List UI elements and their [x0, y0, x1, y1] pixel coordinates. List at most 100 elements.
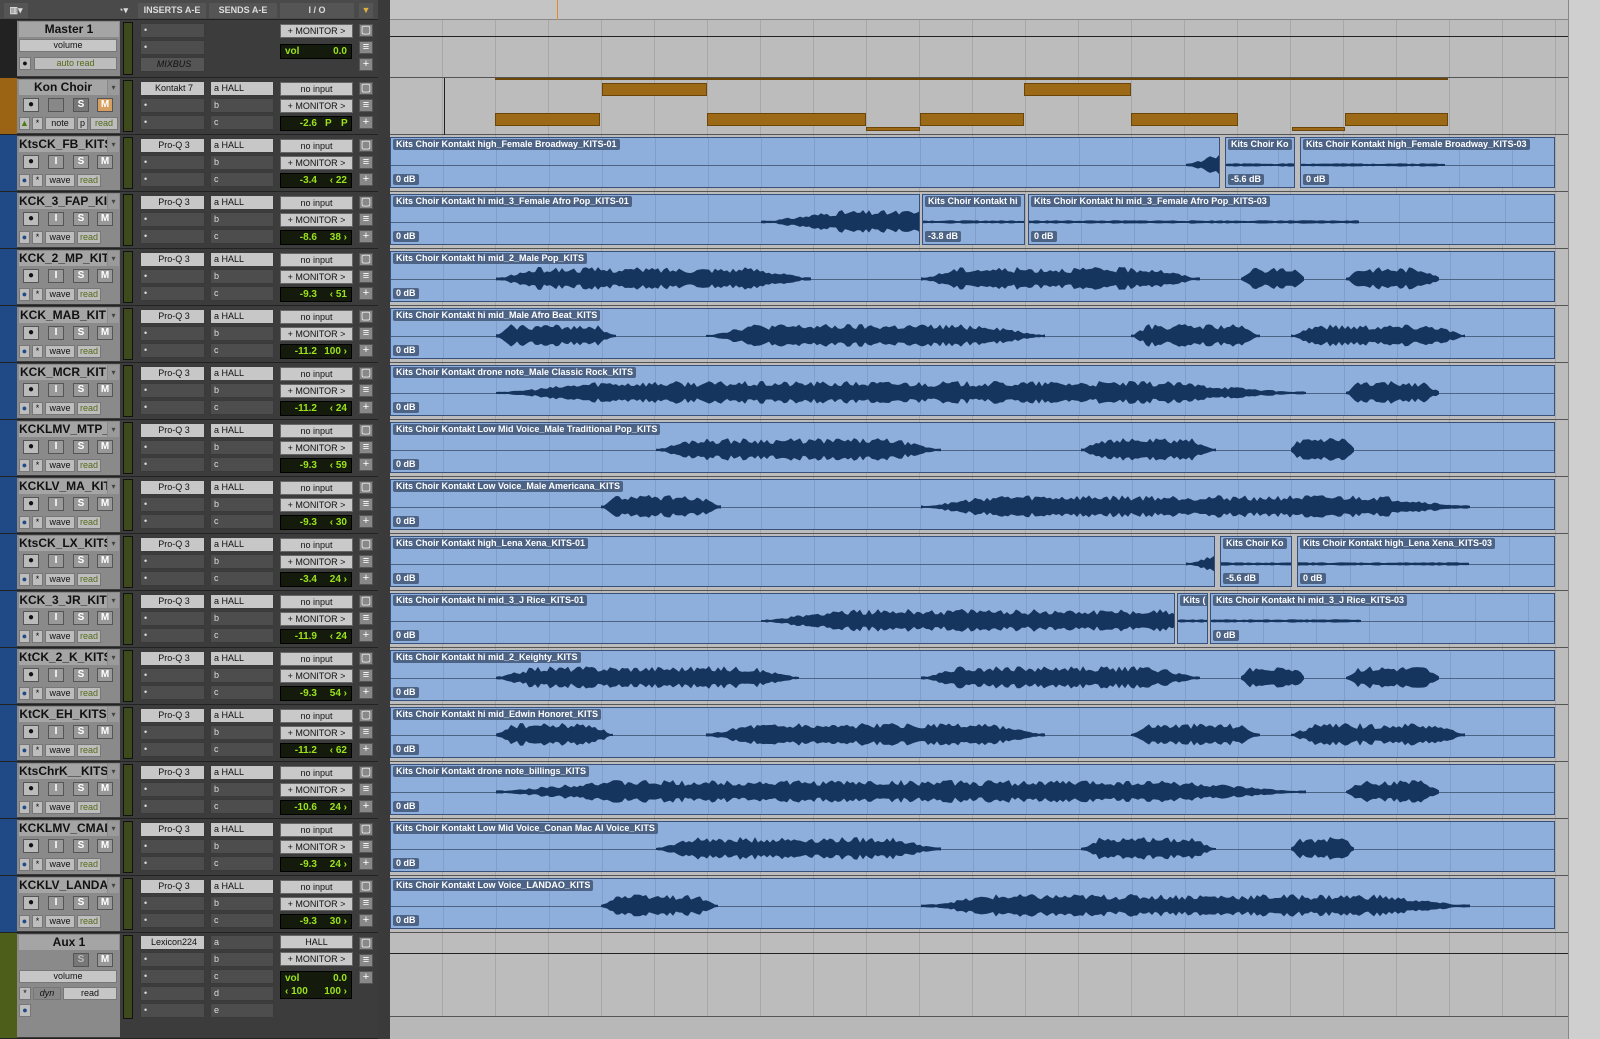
- clip-gain[interactable]: 0 dB: [393, 744, 419, 755]
- send-slot[interactable]: b: [210, 952, 274, 967]
- star-icon[interactable]: *: [32, 516, 43, 529]
- midi-note[interactable]: [602, 83, 707, 96]
- automation-mode[interactable]: read: [77, 288, 101, 301]
- volume-value[interactable]: -11.9: [285, 630, 317, 643]
- output-selector[interactable]: + MONITOR >: [280, 669, 353, 683]
- send-b[interactable]: b: [210, 497, 274, 512]
- solo-button[interactable]: S: [73, 554, 89, 568]
- pan-value[interactable]: ‹ 59: [317, 459, 347, 472]
- track-view-icon[interactable]: ▢: [359, 538, 373, 551]
- insert-slot[interactable]: •: [140, 839, 205, 854]
- p-button[interactable]: p: [77, 117, 88, 130]
- insert-slot[interactable]: •: [140, 343, 205, 358]
- automation-icon[interactable]: ●: [19, 1004, 31, 1017]
- input-monitor-button[interactable]: I: [48, 725, 64, 739]
- track-menu-icon[interactable]: ▾: [108, 878, 119, 893]
- audio-clip[interactable]: Kits Choir Kontakt Low Voice_Male Americ…: [390, 479, 1555, 530]
- view-selector[interactable]: wave: [45, 345, 75, 358]
- insert-slot[interactable]: •: [140, 326, 205, 341]
- output-selector[interactable]: + MONITOR >: [280, 840, 353, 854]
- track-name[interactable]: KCKLV_MA_KIT: [19, 479, 107, 494]
- track-menu-icon[interactable]: ▾: [108, 707, 119, 722]
- track-name[interactable]: KCK_2_MP_KIT: [19, 251, 107, 266]
- star-icon[interactable]: *: [19, 987, 31, 1000]
- record-button[interactable]: ●: [23, 896, 39, 910]
- clip-gain[interactable]: 0 dB: [393, 288, 419, 299]
- pan-left[interactable]: P: [325, 117, 332, 130]
- view-selector[interactable]: wave: [45, 231, 75, 244]
- automation-icon[interactable]: ●: [19, 402, 30, 415]
- automation-icon[interactable]: ●: [19, 231, 30, 244]
- comments-icon[interactable]: ≡: [359, 555, 373, 568]
- automation-icon[interactable]: ●: [19, 687, 30, 700]
- send-b[interactable]: b: [210, 155, 274, 170]
- track-menu-icon[interactable]: ▾: [108, 80, 119, 95]
- send-a[interactable]: a HALL: [210, 480, 274, 495]
- track-view-icon[interactable]: ▢: [359, 82, 373, 95]
- send-a[interactable]: a HALL: [210, 252, 274, 267]
- track-view-icon[interactable]: ▢: [359, 481, 373, 494]
- input-monitor-button[interactable]: I: [48, 611, 64, 625]
- insert-slot[interactable]: Pro-Q 3: [140, 879, 205, 894]
- insert-slot[interactable]: •: [140, 98, 205, 113]
- audio-clip[interactable]: Kits Choir Kontakt high_Female Broadway_…: [1300, 137, 1555, 188]
- send-slot[interactable]: d: [210, 986, 274, 1001]
- pan-value[interactable]: 30 ›: [317, 915, 347, 928]
- lane-kon-choir[interactable]: [390, 78, 1568, 135]
- clip-gain[interactable]: 0 dB: [1031, 231, 1057, 242]
- comments-icon[interactable]: ≡: [359, 327, 373, 340]
- track-name[interactable]: KCKLV_LANDA: [19, 878, 107, 893]
- clip-gain[interactable]: -5.6 dB: [1228, 174, 1265, 185]
- midi-note[interactable]: [1131, 113, 1238, 126]
- automation-mode[interactable]: read: [77, 915, 101, 928]
- comments-icon[interactable]: ≡: [359, 99, 373, 112]
- automation-mode[interactable]: read: [77, 231, 101, 244]
- record-button[interactable]: ●: [23, 440, 39, 454]
- insert-slot[interactable]: •: [140, 40, 205, 55]
- view-selector[interactable]: wave: [45, 915, 75, 928]
- view-selector[interactable]: note: [45, 117, 75, 130]
- track-lane[interactable]: Kits Choir Kontakt hi mid_Edwin Honoret_…: [390, 705, 1568, 762]
- insert-slot[interactable]: •: [140, 782, 205, 797]
- insert-slot[interactable]: •: [140, 212, 205, 227]
- send-slot[interactable]: a: [210, 935, 274, 950]
- automation-icon[interactable]: ●: [19, 345, 30, 358]
- insert-slot[interactable]: •: [140, 611, 205, 626]
- star-icon[interactable]: *: [32, 687, 43, 700]
- solo-button[interactable]: S: [73, 725, 89, 739]
- input-monitor-button[interactable]: I: [48, 839, 64, 853]
- audio-clip[interactable]: Kits Choir Kontakt high_Female Broadway_…: [390, 137, 1220, 188]
- track-lane[interactable]: Kits Choir Kontakt Low Mid Voice_Male Tr…: [390, 420, 1568, 477]
- solo-button[interactable]: S: [73, 839, 89, 853]
- comments-icon[interactable]: ≡: [359, 954, 373, 967]
- add-icon[interactable]: +: [359, 458, 373, 471]
- solo-button[interactable]: S: [73, 326, 89, 340]
- insert-slot[interactable]: •: [140, 685, 205, 700]
- star-icon[interactable]: *: [32, 915, 43, 928]
- mute-button[interactable]: M: [97, 98, 113, 112]
- volume-value[interactable]: -10.6: [285, 801, 317, 814]
- insert-slot[interactable]: •: [140, 497, 205, 512]
- track-view-icon[interactable]: ▢: [359, 880, 373, 893]
- insert-slot[interactable]: •: [140, 986, 205, 1001]
- audio-clip[interactable]: Kits Choir Kontakt hi mid_3_Female Afro …: [1028, 194, 1555, 245]
- record-button[interactable]: ●: [23, 155, 39, 169]
- track-view-icon[interactable]: ▢: [359, 139, 373, 152]
- send-a[interactable]: a HALL: [210, 195, 274, 210]
- solo-button[interactable]: S: [73, 896, 89, 910]
- insert-slot[interactable]: Pro-Q 3: [140, 138, 205, 153]
- input-selector[interactable]: no input: [280, 196, 353, 210]
- playhead-marker[interactable]: [557, 0, 558, 20]
- view-selector[interactable]: wave: [45, 744, 75, 757]
- vol-value[interactable]: 0.0: [317, 45, 347, 58]
- track-menu-icon[interactable]: ▾: [108, 536, 119, 551]
- automation-icon[interactable]: ●: [19, 57, 31, 70]
- volume-value[interactable]: -9.3: [285, 858, 317, 871]
- track-lane[interactable]: Kits Choir Kontakt drone note_Male Class…: [390, 363, 1568, 420]
- automation-icon[interactable]: ●: [19, 516, 30, 529]
- input-monitor-button[interactable]: I: [48, 212, 64, 226]
- add-icon[interactable]: +: [359, 515, 373, 528]
- insert-slot[interactable]: Pro-Q 3: [140, 366, 205, 381]
- volume-value[interactable]: -11.2: [285, 402, 317, 415]
- track-menu-icon[interactable]: ▾: [108, 194, 119, 209]
